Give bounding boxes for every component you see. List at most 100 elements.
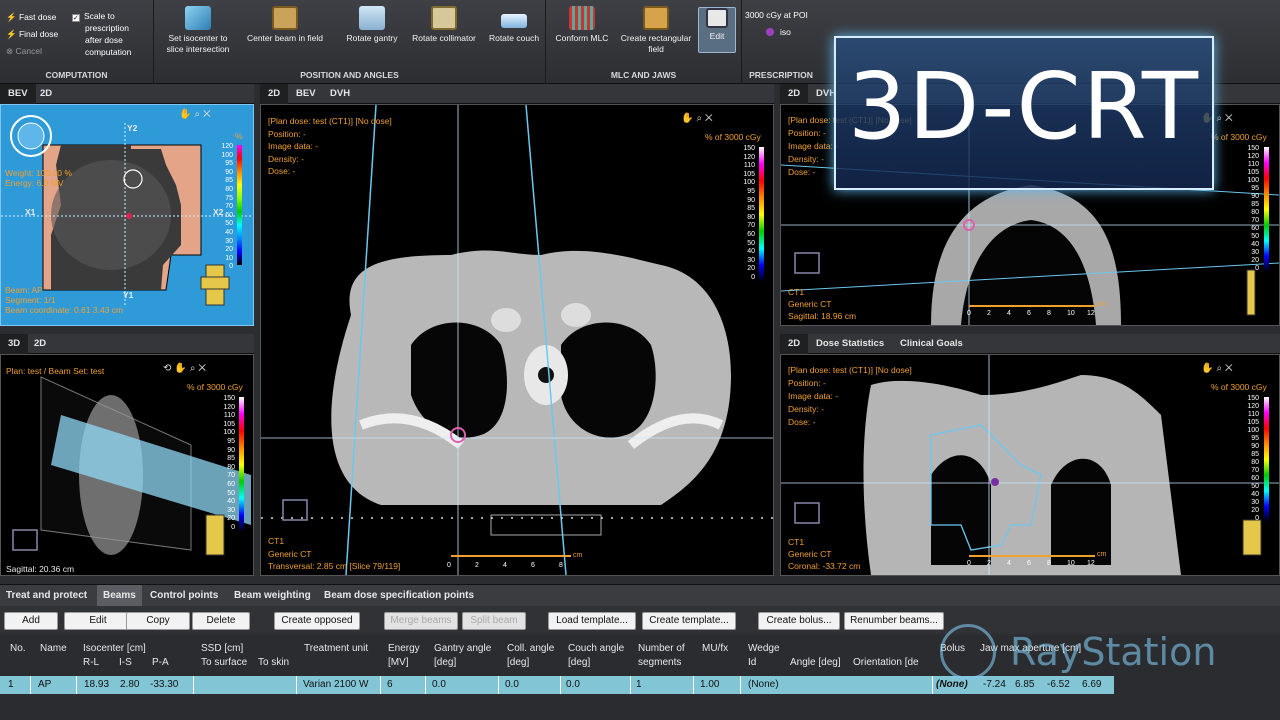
dose-scale-tick: 85 [1251, 201, 1259, 208]
center-beam-button[interactable]: Center beam in field [240, 6, 330, 44]
create-bolus-button[interactable]: Create bolus... [758, 612, 840, 630]
col-rl: R-L [83, 657, 100, 668]
jaw-y1-label: Y1 [123, 290, 134, 300]
dose-scale-tick: 30 [1251, 499, 1259, 506]
raystation-logo: RayStation [940, 622, 1240, 682]
dose-scale-tick: 60 [225, 211, 233, 219]
center-ruler: 0 2 4 6 8 [447, 562, 587, 574]
create-opposed-button[interactable]: Create opposed [274, 612, 360, 630]
col-to-surface: To surface [201, 657, 248, 668]
tab-2d[interactable]: 2D [32, 84, 60, 104]
tab-3d[interactable]: 3D [0, 334, 29, 354]
ruler-tick-label: 6 [1027, 560, 1031, 567]
transversal-view[interactable]: [Plan dose: test (CT1)] [No dose] Positi… [260, 104, 774, 576]
view3d-color-bar [239, 397, 244, 532]
ruler-tick-label: 2 [987, 560, 991, 567]
tab-dose-statistics[interactable]: Dose Statistics [808, 334, 892, 354]
iso-poi[interactable]: iso [766, 27, 791, 38]
col-wedge-id: Id [748, 657, 757, 668]
scale-to-prescription-checkbox[interactable]: ✓ Scale to [72, 11, 115, 22]
tab-beam-dose-spec-points[interactable]: Beam dose specification points [318, 585, 480, 607]
merge-beams-button[interactable]: Merge beams [384, 612, 458, 630]
bev-view[interactable]: Y2 Y1 X1 X2 Weight: 100.00 % Energy: 6.0 … [0, 104, 254, 326]
tab-tr-2d[interactable]: 2D [780, 84, 809, 104]
edit-button[interactable]: Edit [64, 612, 132, 630]
cancel-label: Cancel [15, 46, 42, 56]
delete-button[interactable]: Delete [192, 612, 250, 630]
fast-dose-button[interactable]: ⚡ Fast dose [6, 12, 56, 23]
dose-scale-tick: 60 [1251, 225, 1259, 232]
center-tabbar: 2D BEV DVH [260, 84, 774, 104]
col-energy: Energy [388, 643, 420, 654]
tab-br-2d[interactable]: 2D [780, 334, 809, 354]
create-template-button[interactable]: Create template... [642, 612, 736, 630]
bottom-tabbar: Treat and protect Beams Control points B… [0, 584, 1280, 607]
conform-mlc-button[interactable]: Conform MLC [550, 6, 614, 44]
dose-scale-tick: 50 [1251, 483, 1259, 490]
cell-coll: 0.0 [505, 679, 519, 690]
coronal-view[interactable]: [Plan dose: test (CT1)] [No dose] Positi… [780, 354, 1280, 576]
couch-icon [501, 14, 527, 28]
cell-energy: 6 [387, 679, 393, 690]
ruler-tick-label: 2 [475, 562, 479, 569]
tab-center-dvh[interactable]: DVH [322, 84, 358, 104]
renumber-beams-button[interactable]: Renumber beams... [844, 612, 944, 630]
tab-center-bev[interactable]: BEV [288, 84, 324, 104]
segment-text: Segment: 1/1 [5, 295, 56, 305]
view3d-canvas[interactable]: Plan: test / Beam Set: test ⟲✋⌕✕ % of 30… [0, 354, 254, 576]
dose-scale-tick: 75 [225, 194, 233, 202]
edit-mlc-button[interactable]: Edit [698, 7, 736, 53]
dose-scale-tick: 100 [1247, 427, 1259, 434]
dose-scale-tick: 90 [225, 168, 233, 176]
final-dose-button[interactable]: ⚡ Final dose [6, 29, 58, 40]
rotate-couch-button[interactable]: Rotate couch [484, 6, 544, 44]
dose-scale-tick: 40 [1251, 241, 1259, 248]
tab-3d-2d[interactable]: 2D [26, 334, 54, 354]
tab-bev[interactable]: BEV [0, 84, 36, 104]
bev-tool-icons[interactable]: ✋⌕✕ [179, 109, 214, 120]
ruler-tick-label: 0 [447, 562, 451, 569]
tab-clinical-goals[interactable]: Clinical Goals [892, 334, 971, 354]
split-beam-button[interactable]: Split beam [462, 612, 526, 630]
bev-weight: Weight: 100.00 % Energy: 6.0 MV [5, 168, 72, 188]
copy-button[interactable]: Copy [126, 612, 190, 630]
density-label: Density: - [268, 153, 304, 164]
br-ruler-unit: cm [1097, 551, 1107, 558]
rotate-collimator-button[interactable]: Rotate collimator [406, 6, 482, 44]
prescription-group-label: PRESCRIPTION [749, 70, 813, 80]
center-plan-info: [Plan dose: test (CT1)] [No dose] Positi… [268, 115, 392, 178]
tab-treat-protect[interactable]: Treat and protect [0, 585, 93, 607]
prescription-group: 3000 cGy at POI iso PRESCRIPTION [742, 0, 820, 84]
center-tool-icons[interactable]: ✋⌕✕ [681, 113, 716, 124]
add-button[interactable]: Add [4, 612, 58, 630]
dose-scale-tick: 60 [1251, 475, 1259, 482]
dose-scale-tick: 0 [231, 523, 235, 531]
dose-scale-tick: 120 [221, 143, 233, 150]
tab-center-2d[interactable]: 2D [260, 84, 289, 104]
br-tool-icons[interactable]: ✋⌕✕ [1201, 363, 1236, 374]
title-overlay-text: 3D-CRT [847, 53, 1201, 160]
col-wedge-angle: Angle [deg] [790, 657, 841, 668]
tab-beams[interactable]: Beams [97, 585, 142, 607]
br-ct: CT1 [788, 537, 805, 547]
bev-beam-info: Beam: AP Segment: 1/1 Beam coordinate: 0.6… [5, 285, 123, 315]
set-isocenter-button[interactable]: Set isocenter to slice intersection [158, 6, 238, 55]
dose-scale-tick: 50 [747, 239, 755, 247]
view3d-tool-icons[interactable]: ⟲✋⌕✕ [163, 363, 209, 374]
tab-control-points[interactable]: Control points [144, 585, 224, 607]
create-rectangular-field-button[interactable]: Create rectangular field [614, 6, 698, 55]
scale-label-1: Scale to [84, 11, 115, 21]
tab-beam-weighting[interactable]: Beam weighting [228, 585, 317, 607]
dose-scale-tick: 20 [1251, 257, 1259, 264]
dose-scale-tick: 30 [1251, 249, 1259, 256]
prescription-value[interactable]: 3000 cGy at POI [745, 10, 808, 21]
dose-scale-tick: 60 [747, 230, 755, 238]
cancel-button[interactable]: ⊗ Cancel [6, 46, 42, 57]
dose-scale-tick: 0 [751, 273, 755, 281]
load-template-button[interactable]: Load template... [548, 612, 636, 630]
ruler-tick-label: 8 [559, 562, 563, 569]
bev-scale-unit: % [235, 131, 243, 141]
br-unit: % of 3000 cGy [1211, 382, 1267, 392]
rotate-gantry-button[interactable]: Rotate gantry [340, 6, 404, 44]
dose-scale-tick: 105 [743, 170, 755, 178]
